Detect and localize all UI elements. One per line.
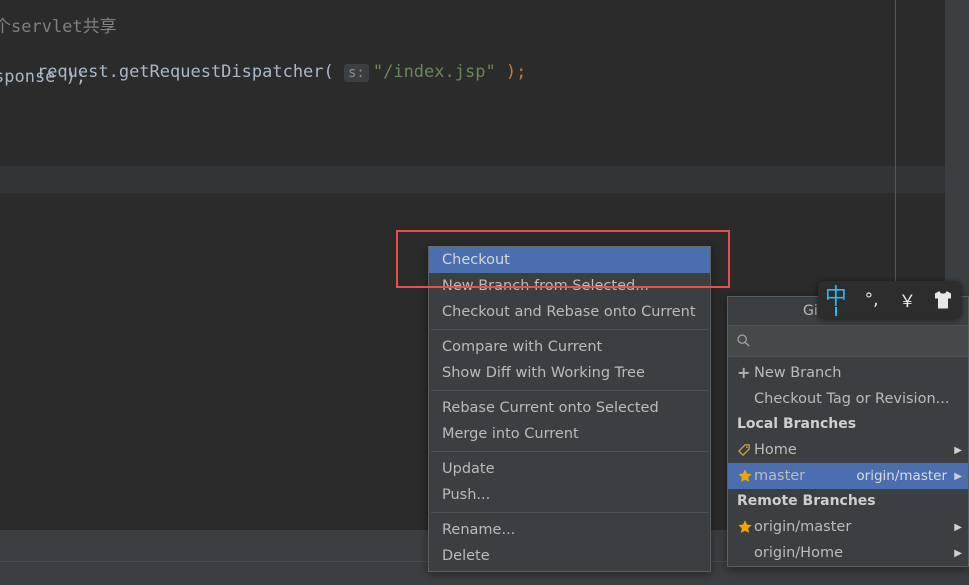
ime-punctuation-button[interactable]: °,: [854, 281, 890, 318]
menu-item-checkout[interactable]: Checkout: [429, 247, 710, 273]
code-string-literal: "/index.jsp": [372, 62, 496, 82]
git-action-label: New Branch: [754, 365, 842, 381]
menu-item-checkout-and-rebase[interactable]: Checkout and Rebase onto Current: [429, 299, 710, 325]
screenshot-root: 个servlet共享 request.getRequestDispatcher(…: [0, 0, 969, 585]
menu-separator: [431, 451, 708, 452]
branch-label: Home: [754, 442, 797, 458]
git-branch-row-master[interactable]: master origin/master ▶: [728, 463, 968, 489]
search-input[interactable]: [756, 332, 960, 350]
code-call-suffix: );: [495, 62, 527, 82]
git-branches-popup: Git Branches: [727, 296, 969, 567]
menu-separator: [431, 390, 708, 391]
branch-label: origin/master: [754, 519, 852, 535]
code-tail-line: sponse );: [0, 67, 87, 87]
git-section-local: Local Branches: [737, 416, 857, 432]
star-icon: [737, 468, 754, 484]
menu-separator: [431, 512, 708, 513]
code-comment-line: 个servlet共享: [0, 17, 117, 37]
tag-icon: [737, 443, 754, 458]
menu-item-show-diff-with-working-tree[interactable]: Show Diff with Working Tree: [429, 360, 710, 386]
git-action-label: Checkout Tag or Revision...: [754, 391, 950, 407]
menu-item-rename[interactable]: Rename...: [429, 517, 710, 543]
star-icon: [737, 519, 754, 535]
chinese-mode-icon: 中: [824, 284, 847, 310]
editor-margin-guide: [895, 0, 896, 287]
git-action-new-branch[interactable]: + New Branch: [728, 360, 968, 386]
branch-label: origin/Home: [754, 545, 843, 561]
git-branch-row-origin-home[interactable]: origin/Home ▶: [728, 540, 968, 566]
menu-item-merge-into-current[interactable]: Merge into Current: [429, 421, 710, 447]
menu-item-push[interactable]: Push...: [429, 482, 710, 508]
chevron-right-icon: ▶: [954, 470, 962, 482]
editor-tool-strip: [0, 166, 945, 193]
git-branch-row-origin-master[interactable]: origin/master ▶: [728, 514, 968, 540]
git-section-remote: Remote Branches: [737, 493, 876, 509]
parameter-hint-chip: s:: [344, 64, 369, 82]
git-branches-search-row[interactable]: [728, 326, 968, 357]
menu-item-update[interactable]: Update: [429, 456, 710, 482]
chevron-right-icon: ▶: [954, 521, 962, 533]
plus-icon: +: [737, 363, 751, 382]
branch-tracking-label: origin/master: [856, 468, 947, 484]
ime-skin-button[interactable]: [925, 281, 961, 318]
ime-language-mode-button[interactable]: 中: [818, 281, 854, 318]
branch-context-menu: Checkout New Branch from Selected... Che…: [428, 246, 711, 572]
ime-width-button[interactable]: ￥: [890, 281, 926, 318]
git-branch-row-home[interactable]: Home ▶: [728, 437, 968, 463]
menu-item-rebase-current-onto-selected[interactable]: Rebase Current onto Selected: [429, 395, 710, 421]
search-icon: [736, 333, 752, 349]
chevron-right-icon: ▶: [954, 444, 962, 456]
chevron-right-icon: ▶: [954, 547, 962, 559]
menu-separator: [431, 329, 708, 330]
menu-item-new-branch-from-selected[interactable]: New Branch from Selected...: [429, 273, 710, 299]
git-action-checkout-tag[interactable]: Checkout Tag or Revision...: [728, 386, 968, 412]
ime-floating-toolbar: 中 °, ￥: [818, 281, 961, 318]
branch-label: master: [754, 468, 806, 484]
git-branches-list: + New Branch Checkout Tag or Revision...…: [728, 357, 968, 566]
menu-item-delete[interactable]: Delete: [429, 543, 710, 569]
menu-item-compare-with-current[interactable]: Compare with Current: [429, 334, 710, 360]
shirt-icon: [931, 289, 955, 311]
